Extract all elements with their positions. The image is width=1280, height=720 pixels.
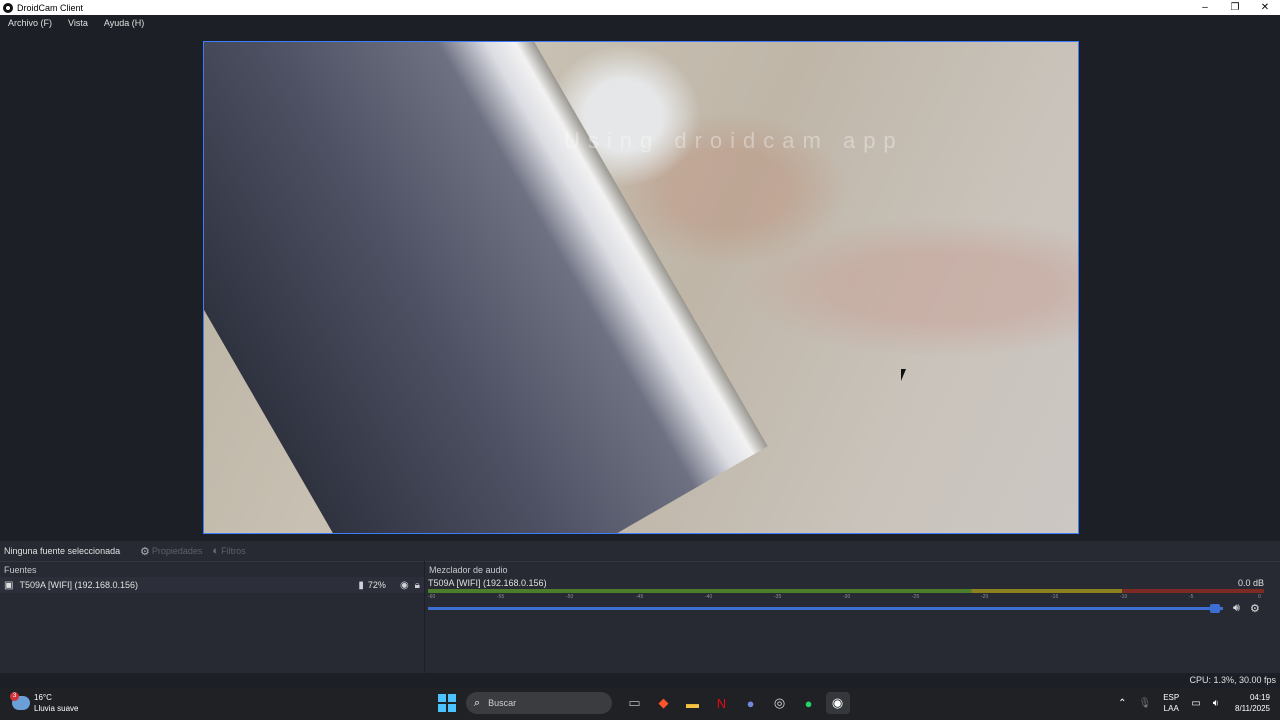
weather-badge: 3 xyxy=(10,692,19,701)
meter-tick-label: -20 xyxy=(981,594,989,600)
gear-icon: ⚙ xyxy=(140,545,150,558)
filters-label: Filtros xyxy=(221,546,246,556)
source-item[interactable]: ▣ T509A [WIFI] (192.168.0.156) ▮ 72% ◉ 🔒… xyxy=(0,577,424,593)
taskbar-search[interactable]: ⌕ Buscar xyxy=(466,692,612,714)
chevron-up-icon[interactable]: ⌃ xyxy=(1118,698,1126,709)
meter-tick-label: -10 xyxy=(1120,594,1128,600)
meter-tick-label: -60 xyxy=(428,594,436,600)
whatsapp-icon[interactable]: ● xyxy=(797,692,821,714)
task-view-icon[interactable]: ▭ xyxy=(623,692,647,714)
meter-tick-label: -55 xyxy=(497,594,505,600)
network-icon[interactable]: ▭ xyxy=(1191,698,1200,709)
window-title: DroidCam Client xyxy=(17,2,84,13)
droidcam-app-icon xyxy=(3,2,13,13)
taskbar-apps: ⌕ Buscar ▭ ◆ ▬ N ● ◎ ● ◉ xyxy=(438,692,852,714)
microphone-icon[interactable]: 🎙︎ xyxy=(1139,698,1152,709)
clock[interactable]: 04:19 8/11/2025 xyxy=(1235,692,1270,714)
search-icon: ⌕ xyxy=(474,696,481,709)
meter-tick-label: -35 xyxy=(774,594,782,600)
language-indicator[interactable]: ESP LAA xyxy=(1163,692,1179,714)
maximize-button[interactable]: ❐ xyxy=(1220,0,1250,15)
meter-tick-label: -50 xyxy=(566,594,574,600)
mixer-channel-name: T509A [WIFI] (192.168.0.156) xyxy=(428,578,547,588)
windows-start-icon[interactable] xyxy=(438,694,456,712)
status-bar: CPU: 1.3%, 30.00 fps xyxy=(0,673,1280,688)
netflix-icon[interactable]: N xyxy=(710,692,734,714)
lang-primary: ESP xyxy=(1163,693,1180,702)
close-button[interactable]: ✕ xyxy=(1250,0,1280,15)
filter-icon: ◐ xyxy=(212,545,220,557)
mixer-channel-header: T509A [WIFI] (192.168.0.156) 0.0 dB xyxy=(425,577,1280,589)
battery-percent: 72% xyxy=(367,580,386,590)
sources-toolbar: Ninguna fuente seleccionada ⚙ Propiedade… xyxy=(0,541,1280,561)
meter-tick-label: -45 xyxy=(636,594,644,600)
search-placeholder: Buscar xyxy=(488,698,517,708)
lang-secondary: LAA xyxy=(1163,704,1179,713)
menu-bar: Archivo (F) Vista Ayuda (H) xyxy=(0,15,1280,31)
properties-label: Propiedades xyxy=(151,546,203,556)
selection-status: Ninguna fuente seleccionada xyxy=(4,546,121,556)
preview-pipe-shape xyxy=(204,42,768,533)
camera-icon: ▣ xyxy=(4,579,14,591)
weather-temp: 16°C xyxy=(34,693,52,702)
meter-tick-label: -15 xyxy=(1051,594,1059,600)
minimize-button[interactable]: – xyxy=(1190,0,1220,15)
mixer-gear-icon[interactable]: ⚙ xyxy=(1250,602,1260,615)
preview-area: Using droidcam app xyxy=(0,31,1280,541)
mixer-level: 0.0 dB xyxy=(1237,578,1264,588)
properties-button[interactable]: ⚙ Propiedades xyxy=(140,545,202,558)
camera-preview[interactable]: Using droidcam app xyxy=(203,41,1079,534)
menu-ayuda[interactable]: Ayuda (H) xyxy=(96,18,152,28)
mixer-title: Mezclador de audio xyxy=(429,565,508,575)
source-name: T509A [WIFI] (192.168.0.156) xyxy=(19,580,139,590)
volume-slider[interactable] xyxy=(428,607,1223,610)
meter-tick-label: -25 xyxy=(912,594,920,600)
volume-slider-handle[interactable] xyxy=(1210,604,1220,613)
menu-archivo[interactable]: Archivo (F) xyxy=(0,18,60,28)
eye-icon[interactable]: ◉ xyxy=(400,580,409,591)
lock-icon[interactable]: 🔒︎ xyxy=(415,580,420,591)
file-explorer-icon[interactable]: ▬ xyxy=(681,692,705,714)
discord-icon[interactable]: ● xyxy=(739,692,763,714)
battery-icon: ▮ xyxy=(358,579,364,591)
weather-desc: Lluvia suave xyxy=(34,704,79,713)
window-controls: – ❐ ✕ xyxy=(1190,0,1280,15)
meter-tick-label: -30 xyxy=(843,594,851,600)
title-bar: DroidCam Client – ❐ ✕ xyxy=(0,0,1280,15)
weather-widget[interactable]: 3 16°C Lluvia suave xyxy=(10,692,79,714)
cpu-fps-status: CPU: 1.3%, 30.00 fps xyxy=(1189,675,1276,685)
taskbar: 3 16°C Lluvia suave ⌕ Buscar ▭ ◆ ▬ N ● ◎… xyxy=(0,688,1280,720)
speaker-icon[interactable]: 🔊︎ xyxy=(1233,602,1240,615)
meter-tick-label: -5 xyxy=(1189,594,1194,600)
clock-time: 04:19 xyxy=(1249,693,1270,702)
filters-button[interactable]: ◐ Filtros xyxy=(212,545,245,557)
droidcam-taskbar-icon[interactable]: ◉ xyxy=(825,692,850,714)
clock-date: 8/11/2025 xyxy=(1235,704,1270,713)
system-tray: ⌃ 🎙︎ ESP LAA ▭ 🔉︎ 04:19 8/11/2025 xyxy=(1112,692,1270,714)
sources-dock: Fuentes ▣ T509A [WIFI] (192.168.0.156) ▮… xyxy=(0,561,424,673)
volume-icon[interactable]: 🔉︎ xyxy=(1213,698,1219,709)
mouse-cursor-icon xyxy=(901,369,911,381)
chrome-icon[interactable]: ◎ xyxy=(768,692,792,714)
sources-title: Fuentes xyxy=(4,565,37,575)
meter-tick-label: 0 xyxy=(1258,594,1261,600)
audio-mixer-dock: Mezclador de audio T509A [WIFI] (192.168… xyxy=(425,561,1280,673)
meter-ticks: -60 -55 -50 -45 -40 -35 -30 -25 -20 -15 -10 -5 0 xyxy=(428,593,1264,601)
meter-tick-label: -40 xyxy=(705,594,713,600)
volume-slider-row: 🔊︎ ⚙ xyxy=(428,602,1280,615)
menu-vista[interactable]: Vista xyxy=(60,18,96,28)
cloud-rain-icon: 3 xyxy=(10,692,30,710)
brave-browser-icon[interactable]: ◆ xyxy=(652,692,676,714)
preview-watermark: Using droidcam app xyxy=(564,128,904,153)
